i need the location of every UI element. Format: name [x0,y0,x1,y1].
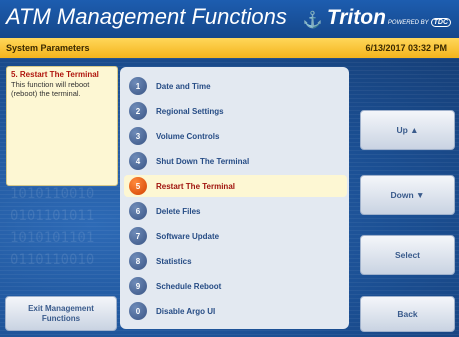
exit-management-button[interactable]: Exit Management Functions [5,296,117,331]
brand-logo: ⚓ Triton POWERED BY TDC [303,6,451,30]
menu-number: 2 [129,102,147,120]
triton-logo-icon: ⚓ [302,12,323,29]
menu-panel: 1 Date and Time 2 Regional Settings 3 Vo… [120,67,349,329]
brand-powered-by: POWERED BY TDC [388,18,451,27]
menu-number: 1 [129,77,147,95]
main-area: 1010110010 0101101011 1010101101 0110110… [0,58,459,337]
tdc-mark: TDC [430,18,451,27]
menu-number: 0 [129,302,147,320]
exit-button-label: Exit Management Functions [28,303,94,323]
menu-number: 3 [129,127,147,145]
menu-item-shut-down[interactable]: 4 Shut Down The Terminal [124,150,347,172]
menu-item-disable-argo-ui[interactable]: 0 Disable Argo UI [124,300,347,322]
select-button[interactable]: Select [360,235,455,275]
menu-item-schedule-reboot[interactable]: 9 Schedule Reboot [124,275,347,297]
menu-number: 4 [129,152,147,170]
menu-number: 7 [129,227,147,245]
brand-name: Triton [326,6,386,29]
menu-label: Volume Controls [156,131,220,141]
menu-label: Disable Argo UI [156,306,216,316]
status-bar: System Parameters 6/13/2017 03:32 PM [0,38,459,58]
menu-number: 9 [129,277,147,295]
menu-item-volume-controls[interactable]: 3 Volume Controls [124,125,347,147]
menu-number: 6 [129,202,147,220]
menu-label: Restart The Terminal [156,181,235,191]
info-description: This function will reboot (reboot) the t… [11,80,90,98]
menu-item-restart[interactable]: 5 Restart The Terminal [124,175,347,197]
menu-label: Schedule Reboot [156,281,222,291]
info-panel: 5. Restart The Terminal This function wi… [6,66,118,186]
menu-label: Delete Files [156,206,201,216]
down-button[interactable]: Down ▼ [360,175,455,215]
menu-number: 8 [129,252,147,270]
app-title: ATM Management Functions [6,4,287,29]
menu-item-date-and-time[interactable]: 1 Date and Time [124,75,347,97]
menu-label: Regional Settings [156,106,224,116]
menu-label: Date and Time [156,81,211,91]
menu-number: 5 [129,177,147,195]
menu-label: Statistics [156,256,192,266]
datetime-display: 6/13/2017 03:32 PM [365,43,447,53]
section-title: System Parameters [6,43,90,53]
info-title: 5. Restart The Terminal [11,70,99,79]
binary-watermark: 1010110010 0101101011 1010101101 0110110… [10,186,95,268]
menu-label: Shut Down The Terminal [156,156,250,166]
back-button[interactable]: Back [360,296,455,332]
header-bar: ATM Management Functions ⚓ Triton POWERE… [0,0,459,38]
menu-item-regional-settings[interactable]: 2 Regional Settings [124,100,347,122]
menu-label: Software Update [156,231,220,241]
menu-item-delete-files[interactable]: 6 Delete Files [124,200,347,222]
up-button[interactable]: Up ▲ [360,110,455,150]
menu-item-software-update[interactable]: 7 Software Update [124,225,347,247]
menu-item-statistics[interactable]: 8 Statistics [124,250,347,272]
